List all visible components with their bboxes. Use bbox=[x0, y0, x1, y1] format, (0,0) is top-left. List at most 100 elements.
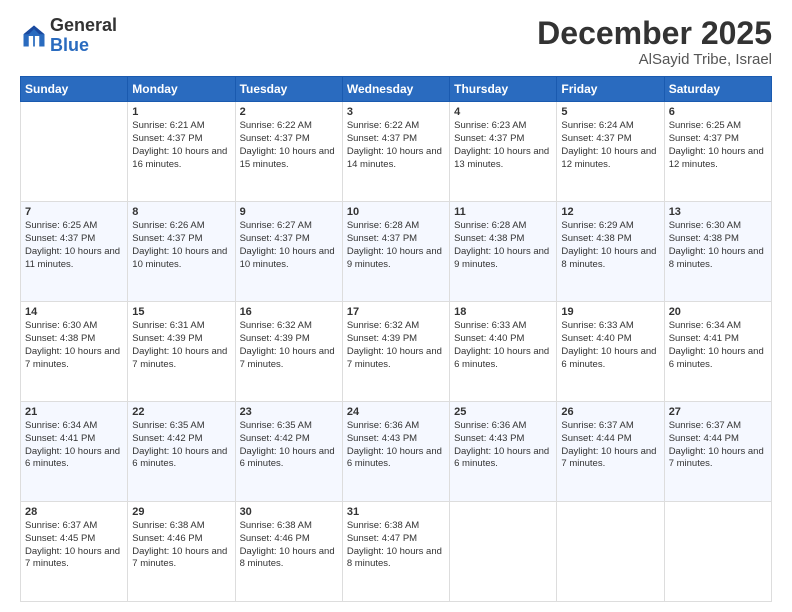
weekday-header: Friday bbox=[557, 77, 664, 102]
day-info: Sunrise: 6:33 AMSunset: 4:40 PMDaylight:… bbox=[561, 320, 656, 369]
calendar-day-cell: 5 Sunrise: 6:24 AMSunset: 4:37 PMDaylight… bbox=[557, 102, 664, 202]
day-number: 23 bbox=[240, 406, 338, 418]
calendar-day-cell: 3Sunrise: 6:22 AMSunset: 4:37 PMDaylight… bbox=[342, 102, 449, 202]
calendar-day-cell: 10 Sunrise: 6:28 AMSunset: 4:37 PMDayligh… bbox=[342, 202, 449, 302]
calendar-day-cell bbox=[664, 502, 771, 602]
day-number: 25 bbox=[454, 406, 552, 418]
day-number: 13 bbox=[669, 206, 767, 218]
day-number: 21 bbox=[25, 406, 123, 418]
day-number: 28 bbox=[25, 506, 123, 518]
calendar-day-cell: 25 Sunrise: 6:36 AMSunset: 4:43 PMDayligh… bbox=[450, 402, 557, 502]
calendar-day-cell: 13 Sunrise: 6:30 AMSunset: 4:38 PMDayligh… bbox=[664, 202, 771, 302]
logo-blue: Blue bbox=[50, 36, 117, 56]
day-info: Sunrise: 6:34 AMSunset: 4:41 PMDaylight:… bbox=[669, 320, 764, 369]
day-info: Sunrise: 6:36 AMSunset: 4:43 PMDaylight:… bbox=[347, 420, 442, 469]
calendar-day-cell: 30 Sunrise: 6:38 AMSunset: 4:46 PMDayligh… bbox=[235, 502, 342, 602]
calendar-day-cell: 6Sunrise: 6:25 AMSunset: 4:37 PMDaylight… bbox=[664, 102, 771, 202]
day-number: 24 bbox=[347, 406, 445, 418]
day-number: 1 bbox=[132, 106, 230, 118]
title-block: December 2025 AlSayid Tribe, Israel bbox=[537, 16, 772, 68]
day-number: 6 bbox=[669, 106, 767, 118]
logo: General Blue bbox=[20, 16, 117, 56]
day-info: Sunrise: 6:28 AMSunset: 4:37 PMDaylight:… bbox=[347, 220, 442, 269]
day-info: Sunrise: 6:37 AMSunset: 4:44 PMDaylight:… bbox=[561, 420, 656, 469]
page: General Blue December 2025 AlSayid Tribe… bbox=[0, 0, 792, 612]
calendar-day-cell: 15 Sunrise: 6:31 AMSunset: 4:39 PMDayligh… bbox=[128, 302, 235, 402]
day-number: 12 bbox=[561, 206, 659, 218]
calendar-day-cell bbox=[450, 502, 557, 602]
calendar-day-cell: 12 Sunrise: 6:29 AMSunset: 4:38 PMDayligh… bbox=[557, 202, 664, 302]
day-info: Sunrise: 6:35 AMSunset: 4:42 PMDaylight:… bbox=[240, 420, 335, 469]
subtitle: AlSayid Tribe, Israel bbox=[537, 51, 772, 68]
calendar-day-cell: 26Sunrise: 6:37 AMSunset: 4:44 PMDayligh… bbox=[557, 402, 664, 502]
calendar-day-cell: 4 Sunrise: 6:23 AMSunset: 4:37 PMDaylight… bbox=[450, 102, 557, 202]
day-number: 30 bbox=[240, 506, 338, 518]
calendar-header-row: SundayMondayTuesdayWednesdayThursdayFrid… bbox=[21, 77, 772, 102]
calendar-day-cell: 19 Sunrise: 6:33 AMSunset: 4:40 PMDayligh… bbox=[557, 302, 664, 402]
calendar-week-row: 21 Sunrise: 6:34 AMSunset: 4:41 PMDayligh… bbox=[21, 402, 772, 502]
weekday-header: Thursday bbox=[450, 77, 557, 102]
day-number: 15 bbox=[132, 306, 230, 318]
calendar-day-cell: 8 Sunrise: 6:26 AMSunset: 4:37 PMDaylight… bbox=[128, 202, 235, 302]
day-info: Sunrise: 6:35 AMSunset: 4:42 PMDaylight:… bbox=[132, 420, 227, 469]
day-number: 22 bbox=[132, 406, 230, 418]
weekday-header: Saturday bbox=[664, 77, 771, 102]
day-number: 29 bbox=[132, 506, 230, 518]
day-info: Sunrise: 6:38 AMSunset: 4:47 PMDaylight:… bbox=[347, 520, 442, 569]
day-number: 16 bbox=[240, 306, 338, 318]
calendar-day-cell: 22 Sunrise: 6:35 AMSunset: 4:42 PMDayligh… bbox=[128, 402, 235, 502]
header: General Blue December 2025 AlSayid Tribe… bbox=[20, 16, 772, 68]
calendar-week-row: 14Sunrise: 6:30 AMSunset: 4:38 PMDayligh… bbox=[21, 302, 772, 402]
weekday-header: Sunday bbox=[21, 77, 128, 102]
day-number: 3 bbox=[347, 106, 445, 118]
day-info: Sunrise: 6:31 AMSunset: 4:39 PMDaylight:… bbox=[132, 320, 227, 369]
day-number: 14 bbox=[25, 306, 123, 318]
day-info: Sunrise: 6:32 AMSunset: 4:39 PMDaylight:… bbox=[240, 320, 335, 369]
calendar-day-cell: 24 Sunrise: 6:36 AMSunset: 4:43 PMDayligh… bbox=[342, 402, 449, 502]
logo-general: General bbox=[50, 16, 117, 36]
day-number: 2 bbox=[240, 106, 338, 118]
day-number: 17 bbox=[347, 306, 445, 318]
day-info: Sunrise: 6:36 AMSunset: 4:43 PMDaylight:… bbox=[454, 420, 549, 469]
calendar-day-cell: 11 Sunrise: 6:28 AMSunset: 4:38 PMDayligh… bbox=[450, 202, 557, 302]
day-info: Sunrise: 6:26 AMSunset: 4:37 PMDaylight:… bbox=[132, 220, 227, 269]
weekday-header: Tuesday bbox=[235, 77, 342, 102]
calendar-day-cell: 27 Sunrise: 6:37 AMSunset: 4:44 PMDayligh… bbox=[664, 402, 771, 502]
logo-icon bbox=[20, 22, 48, 50]
day-info: Sunrise: 6:23 AMSunset: 4:37 PMDaylight:… bbox=[454, 120, 549, 169]
day-info: Sunrise: 6:34 AMSunset: 4:41 PMDaylight:… bbox=[25, 420, 120, 469]
day-number: 11 bbox=[454, 206, 552, 218]
day-info: Sunrise: 6:25 AMSunset: 4:37 PMDaylight:… bbox=[25, 220, 120, 269]
day-info: Sunrise: 6:29 AMSunset: 4:38 PMDaylight:… bbox=[561, 220, 656, 269]
day-number: 20 bbox=[669, 306, 767, 318]
day-number: 18 bbox=[454, 306, 552, 318]
calendar-day-cell bbox=[21, 102, 128, 202]
calendar-week-row: 28Sunrise: 6:37 AMSunset: 4:45 PMDayligh… bbox=[21, 502, 772, 602]
day-info: Sunrise: 6:37 AMSunset: 4:44 PMDaylight:… bbox=[669, 420, 764, 469]
day-number: 27 bbox=[669, 406, 767, 418]
day-number: 7 bbox=[25, 206, 123, 218]
day-info: Sunrise: 6:28 AMSunset: 4:38 PMDaylight:… bbox=[454, 220, 549, 269]
calendar-week-row: 1Sunrise: 6:21 AMSunset: 4:37 PMDaylight… bbox=[21, 102, 772, 202]
day-info: Sunrise: 6:38 AMSunset: 4:46 PMDaylight:… bbox=[240, 520, 335, 569]
day-info: Sunrise: 6:30 AMSunset: 4:38 PMDaylight:… bbox=[669, 220, 764, 269]
calendar-day-cell: 2 Sunrise: 6:22 AMSunset: 4:37 PMDaylight… bbox=[235, 102, 342, 202]
day-number: 5 bbox=[561, 106, 659, 118]
day-number: 19 bbox=[561, 306, 659, 318]
calendar-day-cell: 9Sunrise: 6:27 AMSunset: 4:37 PMDaylight… bbox=[235, 202, 342, 302]
calendar-day-cell: 17Sunrise: 6:32 AMSunset: 4:39 PMDayligh… bbox=[342, 302, 449, 402]
calendar-day-cell: 23 Sunrise: 6:35 AMSunset: 4:42 PMDayligh… bbox=[235, 402, 342, 502]
weekday-header: Wednesday bbox=[342, 77, 449, 102]
calendar-day-cell: 31Sunrise: 6:38 AMSunset: 4:47 PMDayligh… bbox=[342, 502, 449, 602]
day-number: 10 bbox=[347, 206, 445, 218]
day-info: Sunrise: 6:38 AMSunset: 4:46 PMDaylight:… bbox=[132, 520, 227, 569]
calendar-day-cell: 1Sunrise: 6:21 AMSunset: 4:37 PMDaylight… bbox=[128, 102, 235, 202]
month-title: December 2025 bbox=[537, 16, 772, 51]
day-info: Sunrise: 6:24 AMSunset: 4:37 PMDaylight:… bbox=[561, 120, 656, 169]
day-info: Sunrise: 6:22 AMSunset: 4:37 PMDaylight:… bbox=[240, 120, 335, 169]
day-number: 8 bbox=[132, 206, 230, 218]
calendar-day-cell: 20 Sunrise: 6:34 AMSunset: 4:41 PMDayligh… bbox=[664, 302, 771, 402]
day-number: 4 bbox=[454, 106, 552, 118]
calendar-table: SundayMondayTuesdayWednesdayThursdayFrid… bbox=[20, 76, 772, 602]
calendar-day-cell: 21 Sunrise: 6:34 AMSunset: 4:41 PMDayligh… bbox=[21, 402, 128, 502]
